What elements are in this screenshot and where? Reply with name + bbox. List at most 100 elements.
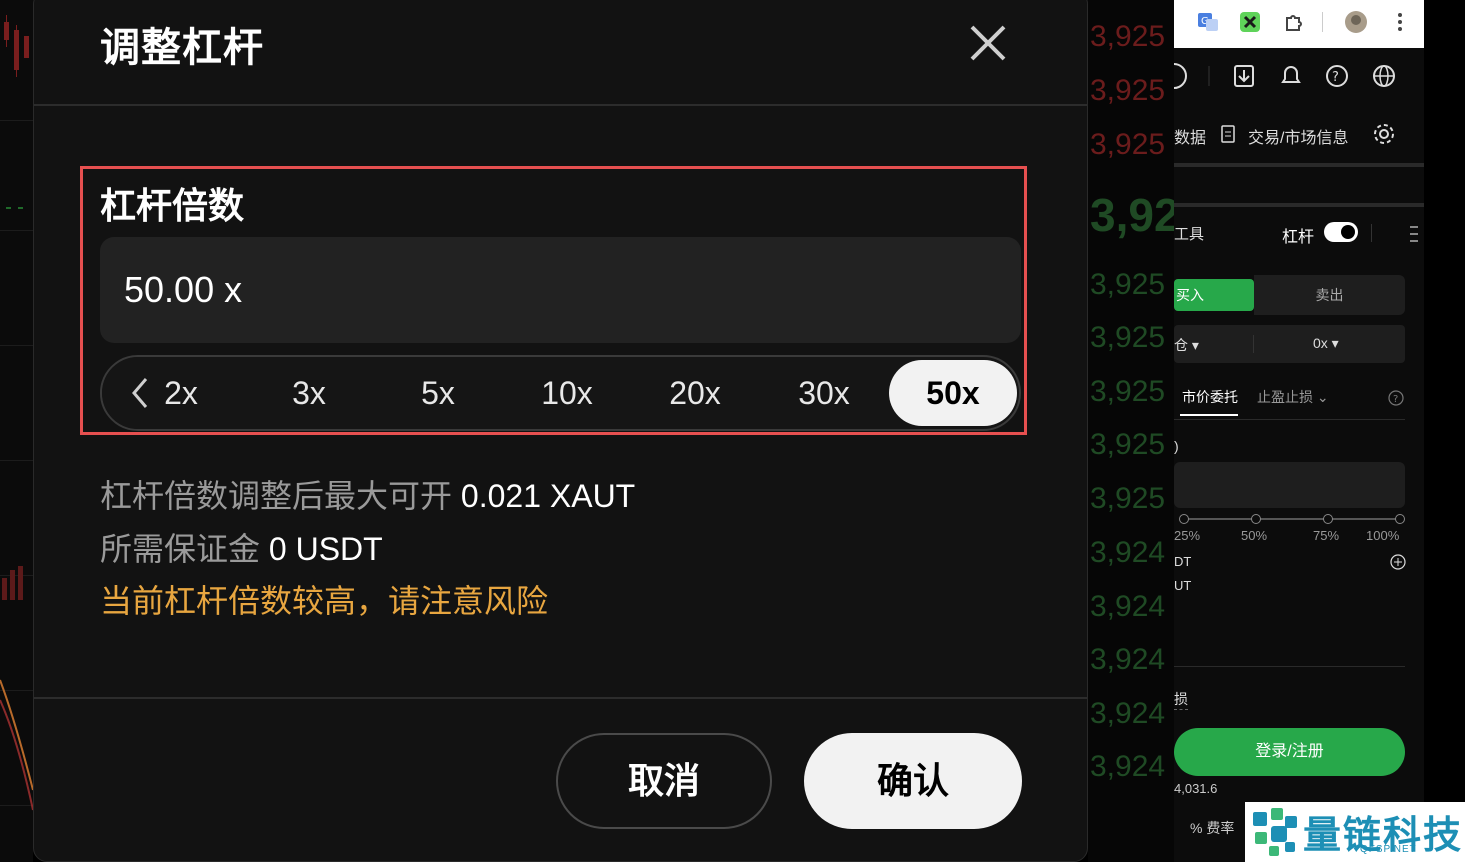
sell-tab[interactable]: 卖出 [1254, 275, 1405, 315]
divider [1371, 224, 1372, 242]
amount-input[interactable] [1174, 462, 1405, 508]
help-icon[interactable]: ? [1388, 390, 1404, 406]
amount-label: ) [1174, 438, 1179, 454]
margin-line: 所需保证金 0 USDT [100, 524, 383, 570]
header-icons: ? [1174, 63, 1395, 89]
leverage-select[interactable]: 0x ▾ [1313, 335, 1339, 352]
bid-price: 3,925 [1090, 482, 1166, 515]
slider-label-50: 50% [1241, 528, 1268, 543]
slider-label-100: 100% [1366, 528, 1400, 543]
slider-mark[interactable] [1323, 514, 1333, 524]
bid-price: 3,925 [1090, 268, 1166, 301]
login-register-button[interactable]: 登录/注册 [1174, 728, 1405, 776]
close-icon [970, 25, 1006, 61]
ask-price: 3,925 [1090, 128, 1166, 161]
document-icon [1221, 125, 1235, 143]
divider [1174, 203, 1424, 207]
leverage-toggle-label: 杠杆 [1282, 229, 1315, 246]
tools-label: 工具 [1174, 226, 1205, 243]
margin-mode-label: 仓 [1174, 337, 1188, 353]
dialog-title: 调整杠杆 [100, 26, 264, 70]
translate-icon[interactable]: G [1196, 10, 1220, 34]
ask-price: 3,925 [1090, 20, 1166, 53]
slider-label-25: 25% [1174, 528, 1201, 543]
tab-tpsl[interactable]: 止盈止损 ⌄ [1257, 387, 1329, 407]
svg-text:?: ? [1393, 394, 1398, 405]
browser-toolbar: G [1174, 0, 1424, 48]
bid-price: 3,924 [1090, 590, 1166, 623]
page-edge [1424, 0, 1465, 862]
menu-icon[interactable] [1410, 224, 1418, 244]
preset-50x[interactable]: 50x [889, 360, 1017, 426]
add-circle-icon[interactable] [1390, 554, 1406, 570]
preset-5x[interactable]: 5x [405, 357, 471, 429]
preset-20x[interactable]: 20x [650, 357, 740, 429]
nav-trade-info[interactable]: 交易/市场信息 [1248, 124, 1348, 148]
fee-rate-link[interactable]: % 费率 [1190, 818, 1234, 838]
bid-price: 3,924 [1090, 750, 1166, 783]
tab-tpsl-label: 止盈止损 [1257, 389, 1313, 405]
confirm-button[interactable]: 确认 [804, 733, 1022, 829]
margin-value: 0 USDT [268, 531, 383, 567]
close-button[interactable] [966, 21, 1010, 65]
preset-10x[interactable]: 10x [522, 357, 612, 429]
available-usdt: DT [1174, 554, 1192, 569]
watermark-subtext: QFSP.NET [1360, 844, 1417, 855]
percent-icon: % [1190, 820, 1203, 836]
toolbar-divider [1322, 12, 1323, 32]
leverage-toggle[interactable] [1324, 222, 1358, 242]
slider-label-75: 75% [1313, 528, 1340, 543]
divider [34, 697, 1087, 699]
tab-underline [1180, 414, 1238, 416]
margin-mode-select[interactable]: 仓 ▾ [1174, 335, 1199, 355]
tab-market-order[interactable]: 市价委托 [1182, 387, 1238, 407]
avatar[interactable] [1344, 10, 1368, 34]
nav-data[interactable]: 数据 [1174, 124, 1206, 148]
preset-30x[interactable]: 30x [779, 357, 869, 429]
svg-text:?: ? [1332, 70, 1339, 85]
available-xaut: UT [1174, 578, 1192, 593]
max-open-line: 杠杆倍数调整后最大可开 0.021 XAUT [100, 471, 635, 517]
slider-mark[interactable] [1179, 514, 1189, 524]
amount-slider[interactable] [1182, 518, 1401, 520]
tpsl-label[interactable]: 损 [1174, 689, 1188, 710]
settings-icon[interactable] [1372, 122, 1396, 146]
margin-label: 所需保证金 [100, 531, 261, 567]
mid-price: 3,92 [1090, 189, 1174, 241]
leverage-input[interactable] [100, 237, 1021, 343]
puzzle-icon[interactable] [1282, 10, 1306, 34]
divider [1174, 419, 1405, 420]
buy-tab[interactable]: 买入 [1174, 279, 1254, 311]
risk-warning: 当前杠杆倍数较高，请注意风险 [100, 583, 549, 619]
cancel-button[interactable]: 取消 [556, 733, 772, 829]
toggle-knob [1341, 225, 1355, 239]
bid-price: 3,924 [1090, 697, 1166, 730]
extension-icon[interactable] [1238, 10, 1262, 34]
trade-panel: G ? 数据 交易/市场信息 工具 杠杆 买入 卖出 仓 ▾ 0x ▾ 市价委托… [1174, 0, 1424, 862]
divider [1174, 666, 1405, 667]
ask-price: 3,925 [1090, 74, 1166, 107]
mode-row: 仓 ▾ 0x ▾ [1174, 325, 1405, 363]
leverage-field-label: 杠杆倍数 [100, 185, 245, 226]
leverage-preset-bar: 2x 3x 5x 10x 20x 30x 50x [100, 355, 1021, 431]
bid-price: 3,924 [1090, 643, 1166, 676]
adjust-leverage-dialog: 调整杠杆 杠杆倍数 2x 3x 5x 10x 20x 30x 50x 杠杆倍数调… [33, 0, 1088, 862]
divider [1174, 163, 1424, 167]
price-readout: 4,031.6 [1174, 781, 1218, 796]
indicator-lines [0, 679, 33, 811]
slider-mark[interactable] [1251, 514, 1261, 524]
watermark-logo-mark [1253, 808, 1297, 856]
max-open-value: 0.021 XAUT [460, 478, 636, 514]
bid-price: 3,924 [1090, 536, 1166, 569]
order-book-ladder: 3,925 3,925 3,925 3,92 3,925 3,925 3,925… [1088, 0, 1174, 862]
slider-mark[interactable] [1395, 514, 1405, 524]
watermark-logo: 量链科技 QFSP.NET [1245, 802, 1465, 862]
preset-3x[interactable]: 3x [276, 357, 342, 429]
bid-price: 3,925 [1090, 428, 1166, 461]
more-icon[interactable] [1388, 10, 1412, 34]
max-open-label: 杠杆倍数调整后最大可开 [100, 478, 453, 514]
scroll-left-button[interactable] [102, 357, 166, 429]
leverage-select-label: 0x [1313, 335, 1328, 351]
divider [1253, 335, 1254, 353]
divider [34, 104, 1087, 106]
